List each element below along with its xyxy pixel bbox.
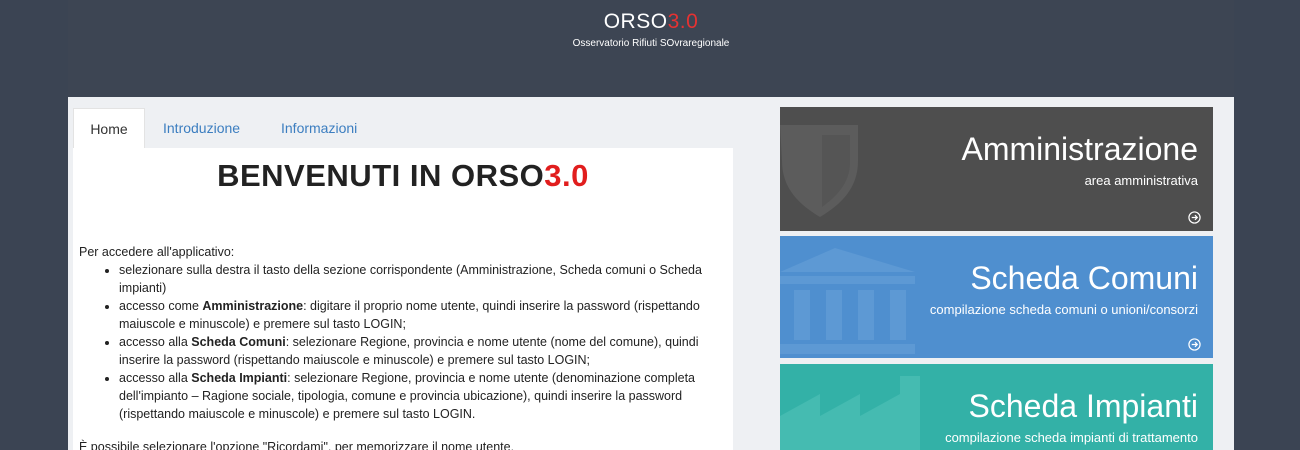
tab-home[interactable]: Home (73, 108, 145, 148)
step-text: accesso alla (119, 371, 192, 385)
home-content: BENVENUTI IN ORSO3.0 Per accedere all'ap… (73, 148, 733, 450)
tile-title: Scheda Impianti (968, 388, 1198, 424)
list-item: selezionare sulla destra il tasto della … (119, 261, 719, 297)
app-logo: ORSO3.0 (68, 10, 1234, 34)
intro-text: Per accedere all'applicativo: (79, 245, 235, 259)
welcome-prefix: BENVENUTI IN ORSO (217, 158, 545, 193)
logo-name: ORSO (603, 10, 668, 33)
tile-scheda-comuni[interactable]: Scheda Comuni compilazione scheda comuni… (780, 236, 1213, 358)
tile-amministrazione[interactable]: Amministrazione area amministrativa (780, 107, 1213, 231)
list-item: accesso come Amministrazione: digitare i… (119, 297, 719, 333)
app-subtitle: Osservatorio Rifiuti SOvraregionale (572, 38, 730, 49)
list-item: accesso alla Scheda Comuni: selezionare … (119, 333, 719, 369)
shield-icon (780, 125, 858, 217)
step-bold: Amministrazione (202, 299, 304, 313)
step-text: selezionare sulla destra il tasto della … (119, 263, 702, 295)
access-steps-list: selezionare sulla destra il tasto della … (79, 261, 719, 423)
tile-scheda-impianti[interactable]: Scheda Impianti compilazione scheda impi… (780, 364, 1213, 450)
tile-subtitle: compilazione scheda impianti di trattame… (945, 430, 1198, 445)
step-bold: Scheda Comuni (191, 335, 286, 349)
tile-subtitle: compilazione scheda comuni o unioni/cons… (929, 302, 1198, 317)
welcome-version: 3.0 (544, 158, 589, 193)
logo-version: 3.0 (667, 10, 699, 33)
welcome-heading: BENVENUTI IN ORSO3.0 (73, 158, 733, 194)
tile-title: Amministrazione (961, 131, 1198, 167)
arrow-circle-icon (1188, 211, 1201, 224)
step-text: accesso alla (119, 335, 192, 349)
step-text: accesso come (119, 299, 203, 313)
list-item: accesso alla Scheda Impianti: selezionar… (119, 369, 719, 423)
tile-subtitle: area amministrativa (1084, 173, 1198, 188)
arrow-circle-icon (1188, 338, 1201, 351)
remember-me-note: È possibile selezionare l'opzione "Ricor… (79, 440, 515, 450)
tab-introduzione[interactable]: Introduzione (147, 108, 256, 148)
tab-informazioni[interactable]: Informazioni (265, 108, 373, 148)
step-bold: Scheda Impianti (191, 371, 288, 385)
bank-icon (780, 248, 915, 354)
page-frame: ORSO3.0 Osservatorio Rifiuti SOvraregion… (68, 0, 1234, 450)
header: ORSO3.0 Osservatorio Rifiuti SOvraregion… (68, 0, 1234, 97)
tab-bar: Home Introduzione Informazioni (73, 108, 733, 148)
tile-title: Scheda Comuni (970, 260, 1198, 296)
factory-icon (780, 376, 920, 450)
